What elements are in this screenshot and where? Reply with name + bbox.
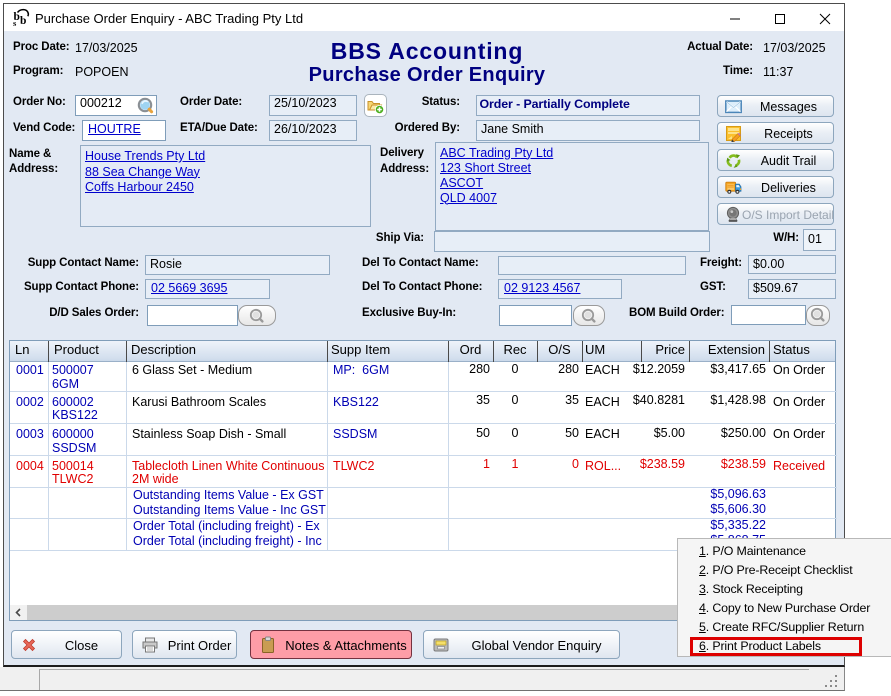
svg-text:b: b	[20, 15, 26, 27]
